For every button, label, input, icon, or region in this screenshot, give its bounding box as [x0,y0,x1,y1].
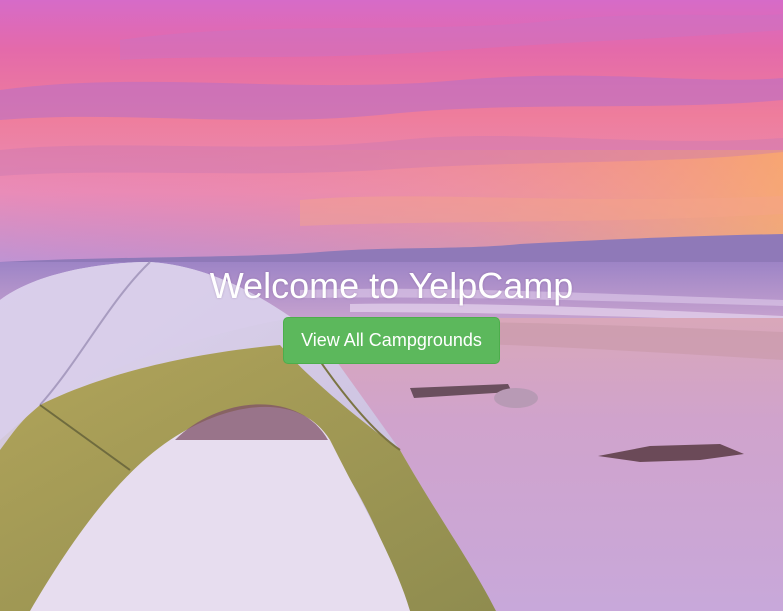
view-all-campgrounds-button[interactable]: View All Campgrounds [283,317,500,364]
page-title: Welcome to YelpCamp [209,265,574,306]
landing-header: Welcome to YelpCamp View All Campgrounds [0,262,783,364]
